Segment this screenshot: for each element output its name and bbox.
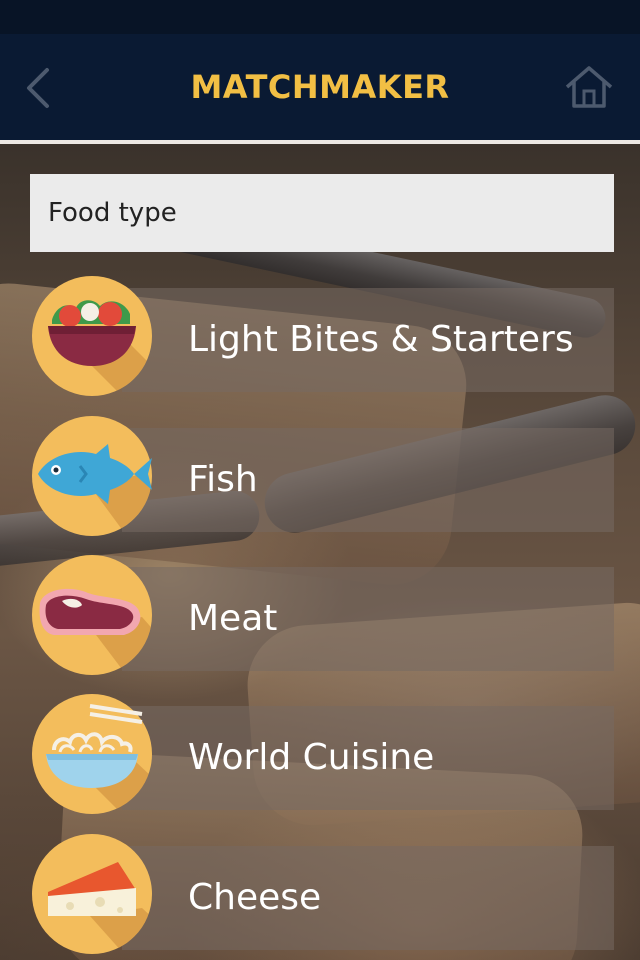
status-bar [0,0,640,34]
food-type-item-light-bites[interactable]: Light Bites & Starters [30,276,614,396]
food-type-label: Fish [188,459,258,500]
food-type-label: World Cuisine [188,737,435,778]
home-icon [565,66,613,108]
steak-icon [32,555,152,675]
food-type-label: Cheese [188,877,322,918]
cheese-icon [32,834,152,954]
page-title: MATCHMAKER [190,68,450,106]
food-type-item-meat[interactable]: Meat [30,555,614,675]
food-type-label: Light Bites & Starters [188,319,574,360]
food-type-label: Meat [188,598,278,639]
food-type-item-cheese[interactable]: Cheese [30,834,614,954]
food-type-input[interactable] [30,174,614,252]
food-type-item-world-cuisine[interactable]: World Cuisine [30,694,614,814]
back-button[interactable] [18,60,58,116]
noodle-bowl-icon [32,694,152,814]
home-button[interactable] [560,60,618,114]
fish-icon [32,416,152,536]
salad-bowl-icon [32,276,152,396]
chevron-left-icon [27,68,49,108]
food-type-item-fish[interactable]: Fish [30,416,614,536]
